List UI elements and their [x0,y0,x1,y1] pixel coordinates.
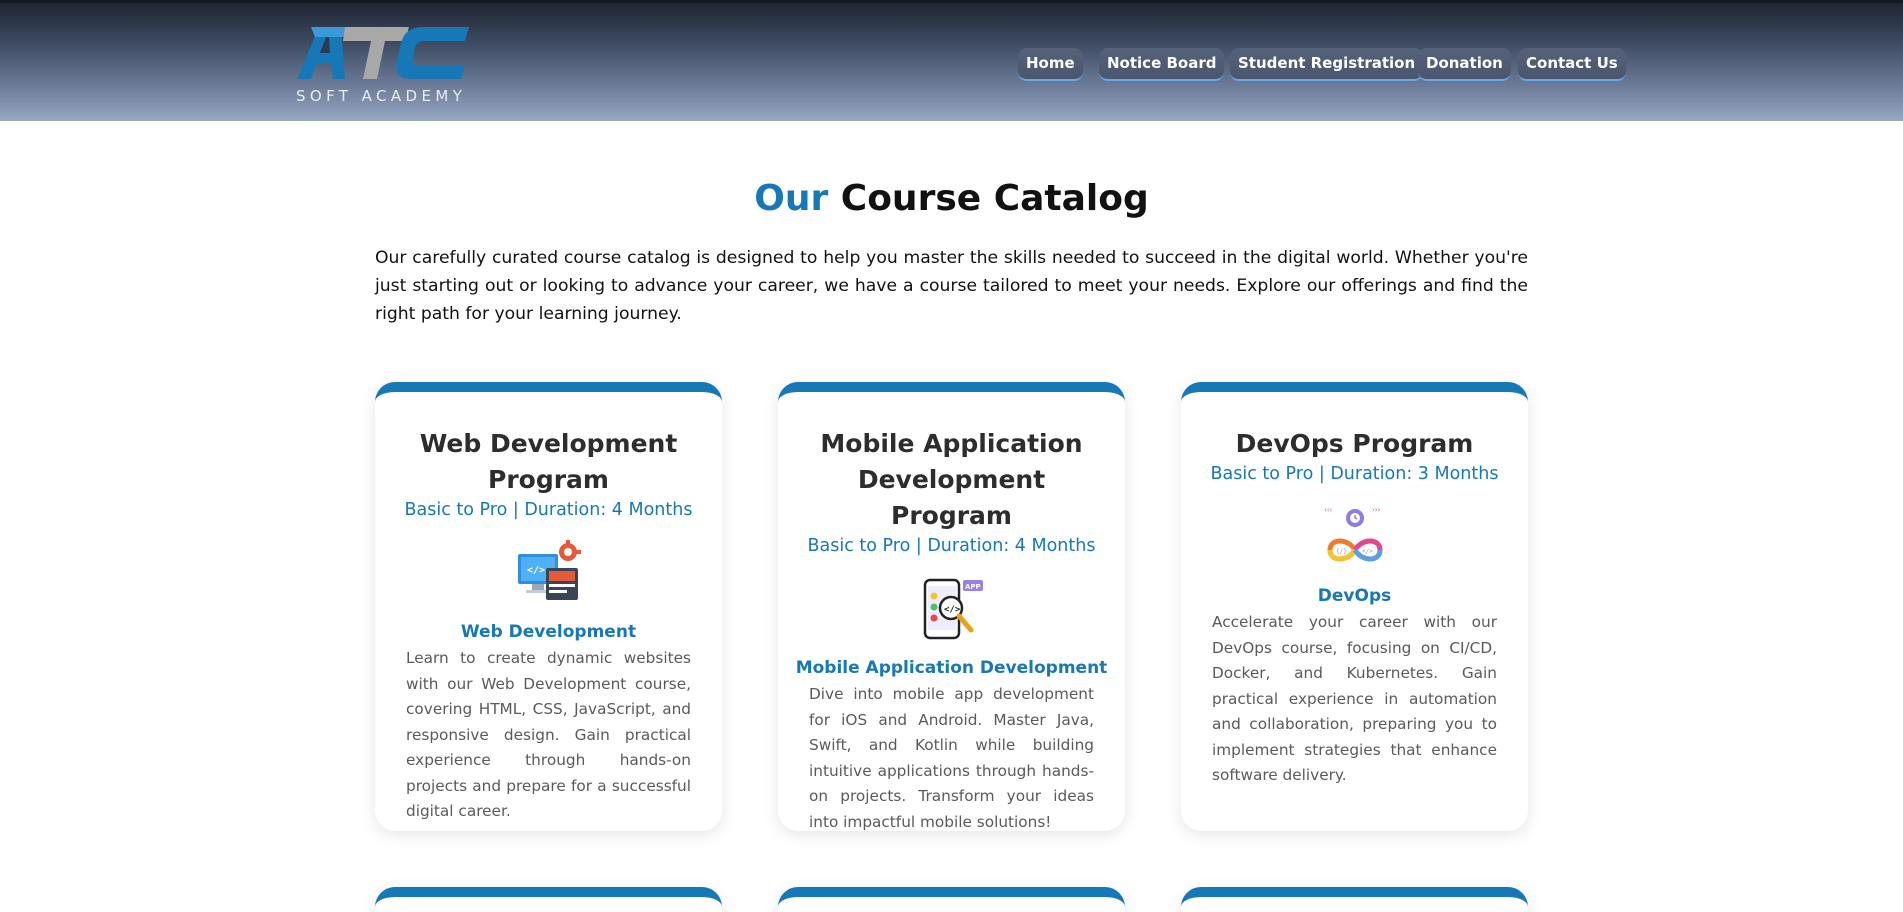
course-subtitle: DevOps [1317,586,1392,606]
svg-text:</>: </> [527,565,545,576]
course-description: Dive into mobile app development for iOS… [809,685,1094,831]
site-header: SOFT ACADEMY Home Notice Board Student R… [0,0,1903,121]
nav-donation[interactable]: Donation [1418,48,1511,81]
course-title: Web Development Program [419,429,678,494]
web-development-icon: </> [517,540,581,600]
course-meta: Basic to Pro | Duration: 3 Months [1210,464,1499,484]
devops-infinity-icon: ‹‹‹ ››› {/} </> [1324,506,1383,562]
atc-logo-mark-icon [297,27,469,79]
course-description: Accelerate your career with our DevOps c… [1212,613,1497,784]
course-title: DevOps Program [1235,429,1474,458]
logo-subtitle: SOFT ACADEMY [296,87,467,105]
svg-text:</>: </> [944,605,961,615]
page-title: Our Course Catalog [0,178,1903,219]
catalog-intro: Our carefully curated course catalog is … [375,248,1528,324]
nav-contact-us[interactable]: Contact Us [1518,48,1626,81]
course-meta: Basic to Pro | Duration: 4 Months [404,500,693,520]
course-subtitle: Web Development [460,622,637,642]
atc-logo[interactable]: SOFT ACADEMY [293,23,473,107]
title-rest: Course Catalog [840,178,1149,219]
course-card-web[interactable]: Web Development Program Basic to Pro | D… [375,382,722,831]
course-card-mobile[interactable]: Mobile Application Development Program B… [778,382,1125,831]
course-card-peek[interactable] [1181,887,1528,912]
course-description: Learn to create dynamic websites with ou… [406,649,691,820]
course-subtitle: Mobile Application Development [795,658,1108,678]
mobile-app-icon: </> APP [923,578,983,640]
course-card-peek[interactable] [778,887,1125,912]
svg-text:</>: </> [1362,548,1373,555]
svg-text:{/}: {/} [1336,548,1347,555]
nav-student-registration[interactable]: Student Registration [1230,48,1424,81]
title-accent: Our [754,178,829,219]
course-meta: Basic to Pro | Duration: 4 Months [807,536,1096,556]
course-title: Mobile Application Development Program [820,429,1083,530]
course-card-devops[interactable]: DevOps Program Basic to Pro | Duration: … [1181,382,1528,831]
nav-notice-board[interactable]: Notice Board [1099,48,1225,81]
svg-text:‹‹‹: ‹‹‹ [1324,506,1333,514]
svg-text:APP: APP [965,583,981,591]
course-card-peek[interactable] [375,887,722,912]
svg-text:›››: ››› [1372,506,1381,514]
nav-home[interactable]: Home [1018,48,1083,81]
